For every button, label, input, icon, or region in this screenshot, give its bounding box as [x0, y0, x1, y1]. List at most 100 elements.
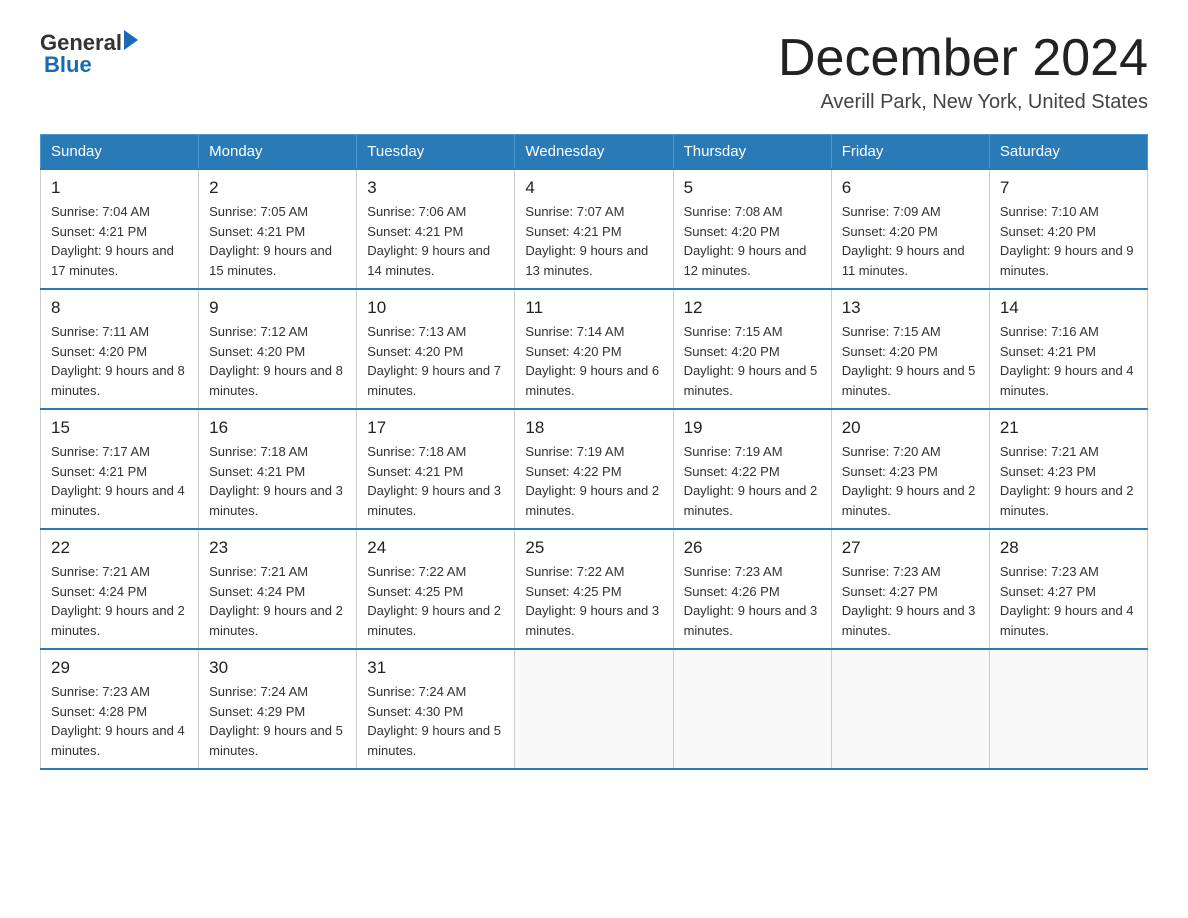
day-number: 23 — [209, 538, 346, 558]
day-number: 16 — [209, 418, 346, 438]
calendar-cell: 19 Sunrise: 7:19 AMSunset: 4:22 PMDaylig… — [673, 409, 831, 529]
day-info: Sunrise: 7:18 AMSunset: 4:21 PMDaylight:… — [209, 442, 346, 520]
calendar-cell: 26 Sunrise: 7:23 AMSunset: 4:26 PMDaylig… — [673, 529, 831, 649]
day-number: 22 — [51, 538, 188, 558]
calendar-cell: 3 Sunrise: 7:06 AMSunset: 4:21 PMDayligh… — [357, 169, 515, 289]
calendar-cell: 29 Sunrise: 7:23 AMSunset: 4:28 PMDaylig… — [41, 649, 199, 769]
day-info: Sunrise: 7:22 AMSunset: 4:25 PMDaylight:… — [525, 562, 662, 640]
calendar-cell: 14 Sunrise: 7:16 AMSunset: 4:21 PMDaylig… — [989, 289, 1147, 409]
day-number: 27 — [842, 538, 979, 558]
calendar-cell: 23 Sunrise: 7:21 AMSunset: 4:24 PMDaylig… — [199, 529, 357, 649]
day-number: 7 — [1000, 178, 1137, 198]
month-title: December 2024 — [778, 30, 1148, 87]
calendar-table: SundayMondayTuesdayWednesdayThursdayFrid… — [40, 134, 1148, 770]
day-number: 14 — [1000, 298, 1137, 318]
page-header: General Blue December 2024 Averill Park,… — [40, 30, 1148, 114]
day-number: 19 — [684, 418, 821, 438]
calendar-cell — [989, 649, 1147, 769]
day-number: 4 — [525, 178, 662, 198]
logo-blue: Blue — [40, 52, 92, 78]
day-info: Sunrise: 7:19 AMSunset: 4:22 PMDaylight:… — [525, 442, 662, 520]
day-info: Sunrise: 7:14 AMSunset: 4:20 PMDaylight:… — [525, 322, 662, 400]
day-info: Sunrise: 7:21 AMSunset: 4:23 PMDaylight:… — [1000, 442, 1137, 520]
day-info: Sunrise: 7:17 AMSunset: 4:21 PMDaylight:… — [51, 442, 188, 520]
day-info: Sunrise: 7:18 AMSunset: 4:21 PMDaylight:… — [367, 442, 504, 520]
day-number: 8 — [51, 298, 188, 318]
calendar-cell: 6 Sunrise: 7:09 AMSunset: 4:20 PMDayligh… — [831, 169, 989, 289]
day-info: Sunrise: 7:15 AMSunset: 4:20 PMDaylight:… — [842, 322, 979, 400]
title-section: December 2024 Averill Park, New York, Un… — [778, 30, 1148, 114]
calendar-cell — [673, 649, 831, 769]
day-info: Sunrise: 7:23 AMSunset: 4:27 PMDaylight:… — [842, 562, 979, 640]
day-number: 11 — [525, 298, 662, 318]
calendar-header-wednesday: Wednesday — [515, 135, 673, 170]
calendar-cell: 27 Sunrise: 7:23 AMSunset: 4:27 PMDaylig… — [831, 529, 989, 649]
day-info: Sunrise: 7:20 AMSunset: 4:23 PMDaylight:… — [842, 442, 979, 520]
day-number: 13 — [842, 298, 979, 318]
day-info: Sunrise: 7:15 AMSunset: 4:20 PMDaylight:… — [684, 322, 821, 400]
day-number: 6 — [842, 178, 979, 198]
calendar-cell: 30 Sunrise: 7:24 AMSunset: 4:29 PMDaylig… — [199, 649, 357, 769]
day-info: Sunrise: 7:22 AMSunset: 4:25 PMDaylight:… — [367, 562, 504, 640]
calendar-cell — [831, 649, 989, 769]
calendar-week-row: 1 Sunrise: 7:04 AMSunset: 4:21 PMDayligh… — [41, 169, 1148, 289]
calendar-cell: 31 Sunrise: 7:24 AMSunset: 4:30 PMDaylig… — [357, 649, 515, 769]
day-info: Sunrise: 7:23 AMSunset: 4:26 PMDaylight:… — [684, 562, 821, 640]
day-number: 3 — [367, 178, 504, 198]
day-info: Sunrise: 7:06 AMSunset: 4:21 PMDaylight:… — [367, 202, 504, 280]
calendar-cell: 20 Sunrise: 7:20 AMSunset: 4:23 PMDaylig… — [831, 409, 989, 529]
day-number: 5 — [684, 178, 821, 198]
calendar-week-row: 22 Sunrise: 7:21 AMSunset: 4:24 PMDaylig… — [41, 529, 1148, 649]
day-info: Sunrise: 7:23 AMSunset: 4:28 PMDaylight:… — [51, 682, 188, 760]
calendar-cell: 11 Sunrise: 7:14 AMSunset: 4:20 PMDaylig… — [515, 289, 673, 409]
calendar-week-row: 15 Sunrise: 7:17 AMSunset: 4:21 PMDaylig… — [41, 409, 1148, 529]
day-number: 1 — [51, 178, 188, 198]
calendar-cell: 10 Sunrise: 7:13 AMSunset: 4:20 PMDaylig… — [357, 289, 515, 409]
calendar-cell: 16 Sunrise: 7:18 AMSunset: 4:21 PMDaylig… — [199, 409, 357, 529]
day-number: 10 — [367, 298, 504, 318]
day-number: 28 — [1000, 538, 1137, 558]
calendar-cell: 8 Sunrise: 7:11 AMSunset: 4:20 PMDayligh… — [41, 289, 199, 409]
calendar-cell: 18 Sunrise: 7:19 AMSunset: 4:22 PMDaylig… — [515, 409, 673, 529]
calendar-cell: 17 Sunrise: 7:18 AMSunset: 4:21 PMDaylig… — [357, 409, 515, 529]
calendar-header-saturday: Saturday — [989, 135, 1147, 170]
calendar-cell: 5 Sunrise: 7:08 AMSunset: 4:20 PMDayligh… — [673, 169, 831, 289]
day-number: 12 — [684, 298, 821, 318]
logo: General Blue — [40, 30, 142, 78]
calendar-cell: 24 Sunrise: 7:22 AMSunset: 4:25 PMDaylig… — [357, 529, 515, 649]
calendar-cell: 21 Sunrise: 7:21 AMSunset: 4:23 PMDaylig… — [989, 409, 1147, 529]
logo-triangle-icon — [124, 30, 138, 50]
day-number: 15 — [51, 418, 188, 438]
day-info: Sunrise: 7:23 AMSunset: 4:27 PMDaylight:… — [1000, 562, 1137, 640]
day-info: Sunrise: 7:16 AMSunset: 4:21 PMDaylight:… — [1000, 322, 1137, 400]
calendar-header-tuesday: Tuesday — [357, 135, 515, 170]
day-info: Sunrise: 7:07 AMSunset: 4:21 PMDaylight:… — [525, 202, 662, 280]
day-info: Sunrise: 7:21 AMSunset: 4:24 PMDaylight:… — [209, 562, 346, 640]
day-info: Sunrise: 7:13 AMSunset: 4:20 PMDaylight:… — [367, 322, 504, 400]
calendar-cell: 1 Sunrise: 7:04 AMSunset: 4:21 PMDayligh… — [41, 169, 199, 289]
day-number: 25 — [525, 538, 662, 558]
calendar-cell: 15 Sunrise: 7:17 AMSunset: 4:21 PMDaylig… — [41, 409, 199, 529]
calendar-cell: 4 Sunrise: 7:07 AMSunset: 4:21 PMDayligh… — [515, 169, 673, 289]
day-number: 31 — [367, 658, 504, 678]
day-number: 2 — [209, 178, 346, 198]
calendar-week-row: 29 Sunrise: 7:23 AMSunset: 4:28 PMDaylig… — [41, 649, 1148, 769]
location-title: Averill Park, New York, United States — [778, 91, 1148, 114]
day-info: Sunrise: 7:05 AMSunset: 4:21 PMDaylight:… — [209, 202, 346, 280]
calendar-header-monday: Monday — [199, 135, 357, 170]
day-info: Sunrise: 7:24 AMSunset: 4:29 PMDaylight:… — [209, 682, 346, 760]
calendar-cell: 7 Sunrise: 7:10 AMSunset: 4:20 PMDayligh… — [989, 169, 1147, 289]
calendar-cell: 22 Sunrise: 7:21 AMSunset: 4:24 PMDaylig… — [41, 529, 199, 649]
day-info: Sunrise: 7:12 AMSunset: 4:20 PMDaylight:… — [209, 322, 346, 400]
day-info: Sunrise: 7:09 AMSunset: 4:20 PMDaylight:… — [842, 202, 979, 280]
calendar-header-row: SundayMondayTuesdayWednesdayThursdayFrid… — [41, 135, 1148, 170]
calendar-header-sunday: Sunday — [41, 135, 199, 170]
day-number: 26 — [684, 538, 821, 558]
day-number: 29 — [51, 658, 188, 678]
day-number: 30 — [209, 658, 346, 678]
calendar-cell: 25 Sunrise: 7:22 AMSunset: 4:25 PMDaylig… — [515, 529, 673, 649]
day-number: 21 — [1000, 418, 1137, 438]
calendar-week-row: 8 Sunrise: 7:11 AMSunset: 4:20 PMDayligh… — [41, 289, 1148, 409]
calendar-cell: 2 Sunrise: 7:05 AMSunset: 4:21 PMDayligh… — [199, 169, 357, 289]
day-number: 20 — [842, 418, 979, 438]
